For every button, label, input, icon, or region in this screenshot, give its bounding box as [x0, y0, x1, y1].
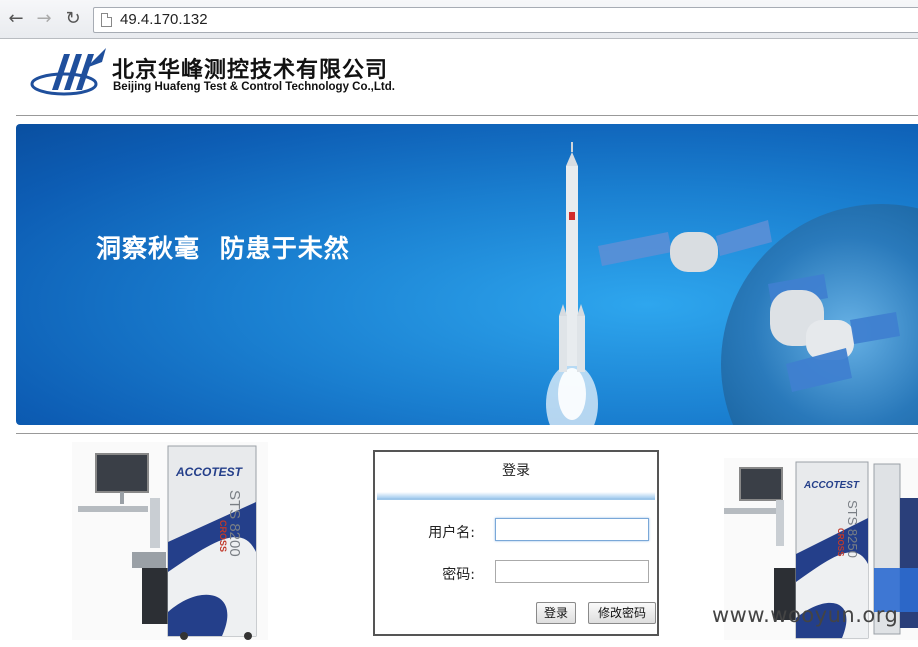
logo-mark-icon [30, 48, 106, 96]
company-name-en: Beijing Huafeng Test & Control Technolog… [113, 81, 395, 93]
company-logo: 北京华峰测控技术有限公司 Beijing Huafeng Test & Cont… [30, 46, 450, 102]
address-bar[interactable]: 49.4.170.132 [93, 7, 918, 33]
password-label: 密码: [442, 567, 475, 583]
url-text[interactable]: 49.4.170.132 [120, 11, 208, 28]
watermark: www.wooyun.org [712, 603, 899, 627]
divider-top [16, 115, 918, 116]
spacecraft-illustration [546, 142, 900, 425]
forward-arrow-icon[interactable]: → [33, 8, 55, 30]
browser-toolbar: ← → ↻ 49.4.170.132 [0, 0, 918, 39]
username-label: 用户名: [428, 525, 475, 541]
product-left-brand: ACCOTEST [175, 465, 244, 479]
hero-banner: 洞察秋毫 防患于未然 [16, 124, 918, 425]
login-panel: 登录 用户名: 密码: 登录 修改密码 [373, 450, 659, 636]
product-right-model: STS 8250 [845, 500, 860, 558]
product-left-badge: CROSS [218, 520, 228, 552]
product-image-left: ACCOTEST STS 8200 CROSS [72, 442, 268, 640]
banner-slogan: 洞察秋毫 防患于未然 [96, 234, 350, 263]
login-title: 登录 [502, 463, 530, 479]
login-button[interactable]: 登录 [536, 602, 576, 624]
reload-icon[interactable]: ↻ [62, 8, 84, 30]
password-input[interactable] [495, 560, 649, 583]
page-icon [101, 13, 112, 27]
change-password-button[interactable]: 修改密码 [588, 602, 656, 624]
username-input[interactable] [495, 518, 649, 541]
company-name-cn: 北京华峰测控技术有限公司 [112, 58, 389, 83]
product-right-badge: CROSS [836, 528, 845, 557]
product-right-brand: ACCOTEST [803, 480, 860, 491]
divider-bottom [16, 433, 918, 434]
login-title-divider [377, 492, 655, 500]
back-arrow-icon[interactable]: ← [5, 8, 27, 30]
